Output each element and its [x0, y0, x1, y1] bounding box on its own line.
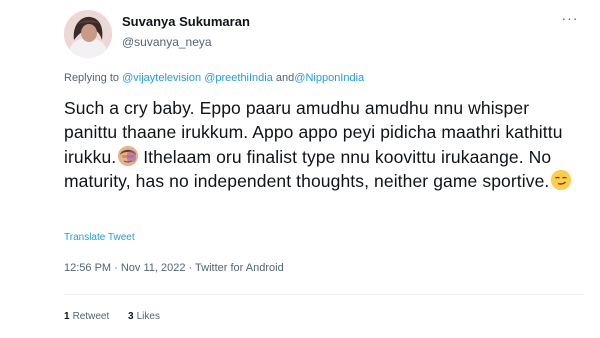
retweets-label: Retweet [72, 311, 110, 322]
author-name[interactable]: Suvanya Sukumaran [122, 14, 250, 29]
tweet-text: Such a cry baby. Eppo paaru amudhu amudh… [64, 96, 584, 194]
translate-tweet-link[interactable]: Translate Tweet [64, 232, 135, 243]
retweets-count: 1 [64, 311, 70, 322]
smirk-emoji-icon [551, 170, 572, 191]
avatar[interactable] [64, 10, 112, 58]
mention-preethiindia[interactable]: @preethiIndia [204, 72, 273, 84]
more-options-icon[interactable]: ··· [559, 11, 581, 25]
likes-count: 3 [128, 311, 134, 322]
mention-joiner: and [275, 72, 295, 84]
tweet-timestamp[interactable]: 12:56 PM · Nov 11, 2022 · Twitter for An… [64, 262, 284, 274]
likes-stat[interactable]: 3 Likes [128, 311, 160, 322]
face-palm-emoji-icon [118, 145, 139, 166]
replying-to: Replying to @vijaytelevision @preethiInd… [64, 72, 364, 84]
replying-prefix: Replying to [64, 72, 120, 84]
tweet-text-part-2: Ithelaam oru finalist type nnu koovittu … [64, 146, 552, 192]
mention-vijaytelevision[interactable]: @vijaytelevision [122, 72, 201, 84]
author-handle[interactable]: @suvanya_neya [122, 35, 212, 49]
mention-nipponindia[interactable]: @NipponIndia [294, 72, 364, 84]
retweets-stat[interactable]: 1 Retweet [64, 311, 109, 322]
tweet-stats: 1 Retweet 3 Likes [64, 311, 176, 322]
divider [64, 294, 584, 295]
tweet-card: Suvanya Sukumaran @suvanya_neya ··· Repl… [0, 0, 600, 338]
avatar-photo [64, 10, 112, 58]
likes-label: Likes [136, 311, 160, 322]
